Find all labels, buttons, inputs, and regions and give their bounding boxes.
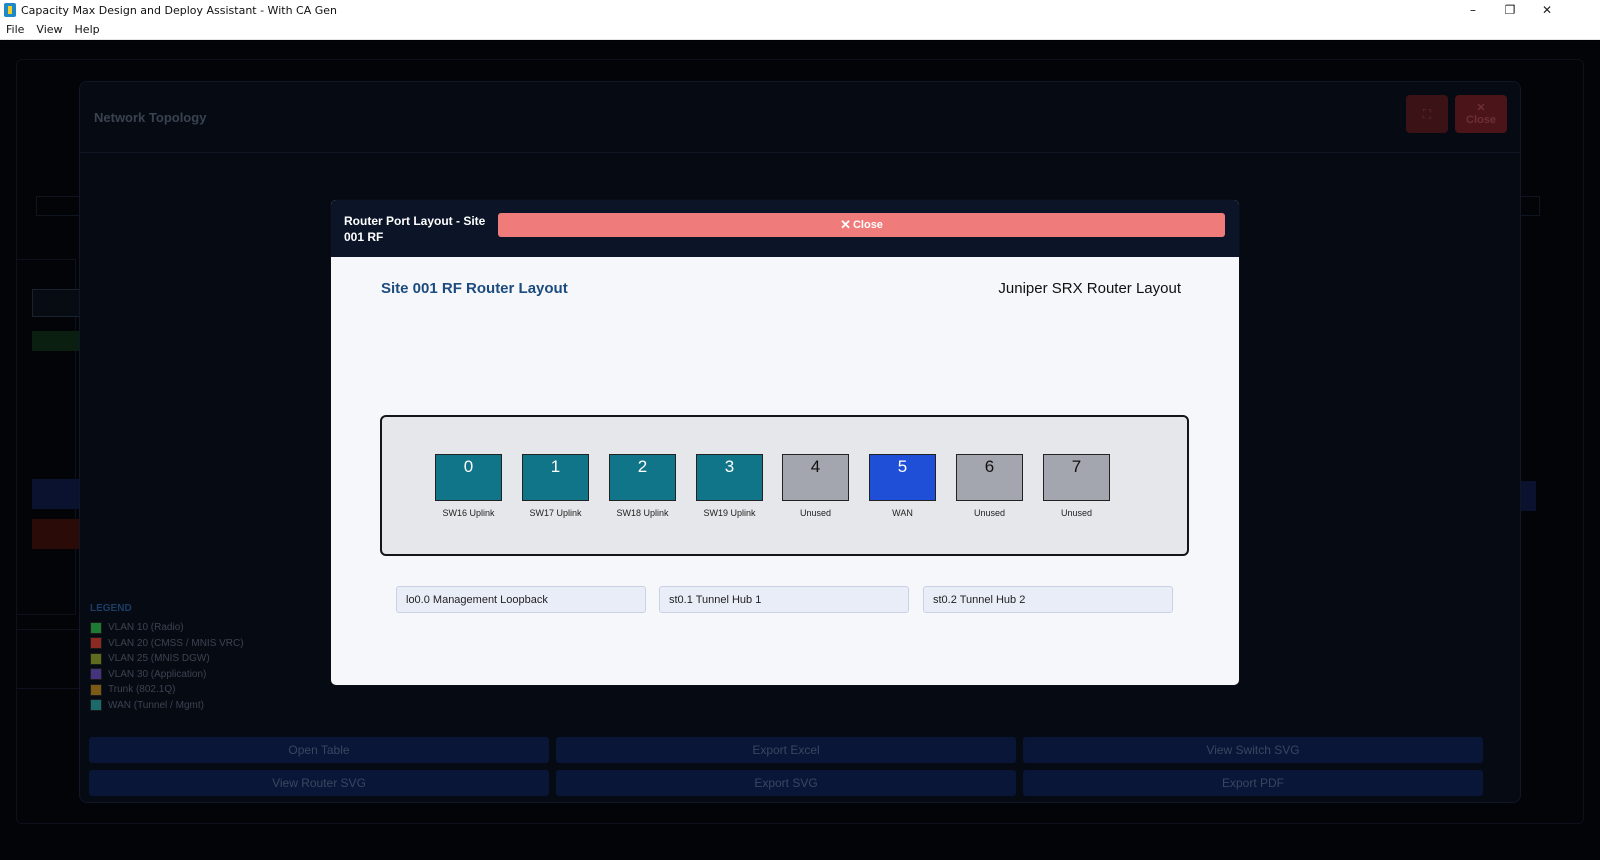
legend-label: VLAN 25 (MNIS DGW) <box>108 653 210 665</box>
port-box: 6 <box>956 454 1023 501</box>
legend-label: VLAN 30 (Application) <box>108 668 207 680</box>
legend-swatch <box>90 683 102 696</box>
background-button-blue <box>32 479 80 509</box>
interface-st0-2: st0.2 Tunnel Hub 2 <box>923 586 1173 613</box>
fullscreen-icon: ⛶ <box>1422 106 1432 121</box>
dialog-title: Router Port Layout - Site 001 RF <box>344 214 486 244</box>
close-icon: ✕ <box>840 217 851 232</box>
background-button-right <box>1520 481 1536 511</box>
router-faceplate: 0 SW16 Uplink 1 SW17 Uplink 2 SW18 Uplin… <box>380 415 1189 556</box>
background-field <box>32 289 80 317</box>
port-box: 2 <box>609 454 676 501</box>
legend-label: Trunk (802.1Q) <box>108 684 176 696</box>
router-layout-title: Site 001 RF Router Layout <box>381 280 568 297</box>
background-lower-panel <box>16 629 86 689</box>
port-label: SW17 Uplink <box>529 508 582 518</box>
view-router-svg-button[interactable]: View Router SVG <box>89 770 549 796</box>
legend-title: LEGEND <box>90 603 132 614</box>
port-label: WAN <box>892 508 913 518</box>
port-label: SW16 Uplink <box>442 508 495 518</box>
legend-swatch <box>90 621 102 634</box>
background-button-red <box>32 519 80 549</box>
legend-label: WAN (Tunnel / Mgmt) <box>108 699 204 711</box>
legend-item: Trunk (802.1Q) <box>90 682 244 698</box>
port-label: Unused <box>973 508 1006 518</box>
window-title-bar: Capacity Max Design and Deploy Assistant… <box>0 0 1600 20</box>
port-box: 0 <box>435 454 502 501</box>
fullscreen-button[interactable]: ⛶ <box>1406 95 1448 133</box>
window-title: Capacity Max Design and Deploy Assistant… <box>21 3 337 17</box>
background-input-left <box>36 196 82 216</box>
menu-view[interactable]: View <box>36 23 62 36</box>
port-box: 4 <box>782 454 849 501</box>
port-box: 5 <box>869 454 936 501</box>
menu-file[interactable]: File <box>6 23 24 36</box>
legend-item: VLAN 20 (CMSS / MNIS VRC) <box>90 636 244 652</box>
menu-help[interactable]: Help <box>75 23 100 36</box>
port-label: Unused <box>799 508 832 518</box>
background-status <box>32 331 80 351</box>
router-port-0[interactable]: 0 SW16 Uplink <box>435 454 502 518</box>
port-box: 3 <box>696 454 763 501</box>
port-box: 1 <box>522 454 589 501</box>
dialog-header: Router Port Layout - Site 001 RF ✕ Close <box>331 200 1239 257</box>
app-icon <box>4 3 16 17</box>
legend-item: VLAN 10 (Radio) <box>90 620 244 636</box>
menu-bar: File View Help <box>0 20 1600 40</box>
legend-swatch <box>90 699 102 712</box>
router-port-2[interactable]: 2 SW18 Uplink <box>609 454 676 518</box>
legend-item: WAN (Tunnel / Mgmt) <box>90 698 244 714</box>
router-port-7[interactable]: 7 Unused <box>1043 454 1110 518</box>
port-box: 7 <box>1043 454 1110 501</box>
legend-item: VLAN 30 (Application) <box>90 667 244 683</box>
interface-lo0: lo0.0 Management Loopback <box>396 586 646 613</box>
router-port-1[interactable]: 1 SW17 Uplink <box>522 454 589 518</box>
legend-swatch <box>90 668 102 681</box>
interface-st0-1: st0.1 Tunnel Hub 1 <box>659 586 909 613</box>
open-table-button[interactable]: Open Table <box>89 737 549 763</box>
dialog-close-button[interactable]: ✕ Close <box>498 213 1225 237</box>
minimize-icon[interactable]: – <box>1455 0 1491 20</box>
dialog-close-label: Close <box>852 219 883 231</box>
topology-divider <box>80 152 1520 153</box>
router-port-6[interactable]: 6 Unused <box>956 454 1023 518</box>
export-excel-button[interactable]: Export Excel <box>556 737 1016 763</box>
router-port-layout-dialog: Router Port Layout - Site 001 RF ✕ Close… <box>331 200 1239 685</box>
topology-title: Network Topology <box>94 110 207 125</box>
legend-label: VLAN 10 (Radio) <box>108 622 184 634</box>
legend: LEGEND VLAN 10 (Radio) VLAN 20 (CMSS / M… <box>90 603 244 713</box>
port-label: SW18 Uplink <box>616 508 669 518</box>
export-svg-button[interactable]: Export SVG <box>556 770 1016 796</box>
maximize-icon[interactable]: ❐ <box>1492 0 1528 20</box>
router-port-3[interactable]: 3 SW19 Uplink <box>696 454 763 518</box>
view-switch-svg-button[interactable]: View Switch SVG <box>1023 737 1483 763</box>
close-window-icon[interactable]: ✕ <box>1529 0 1565 20</box>
topology-close-button[interactable]: ✕ Close <box>1455 95 1507 133</box>
legend-label: VLAN 20 (CMSS / MNIS VRC) <box>108 637 244 649</box>
port-label: Unused <box>1060 508 1093 518</box>
export-pdf-button[interactable]: Export PDF <box>1023 770 1483 796</box>
legend-swatch <box>90 652 102 665</box>
port-label: SW19 Uplink <box>703 508 756 518</box>
topology-close-label: Close <box>1466 114 1496 126</box>
router-port-5[interactable]: 5 WAN <box>869 454 936 518</box>
legend-swatch <box>90 637 102 650</box>
router-port-4[interactable]: 4 Unused <box>782 454 849 518</box>
router-layout-subtitle: Juniper SRX Router Layout <box>998 280 1181 297</box>
close-icon: ✕ <box>1476 102 1486 114</box>
legend-item: VLAN 25 (MNIS DGW) <box>90 651 244 667</box>
